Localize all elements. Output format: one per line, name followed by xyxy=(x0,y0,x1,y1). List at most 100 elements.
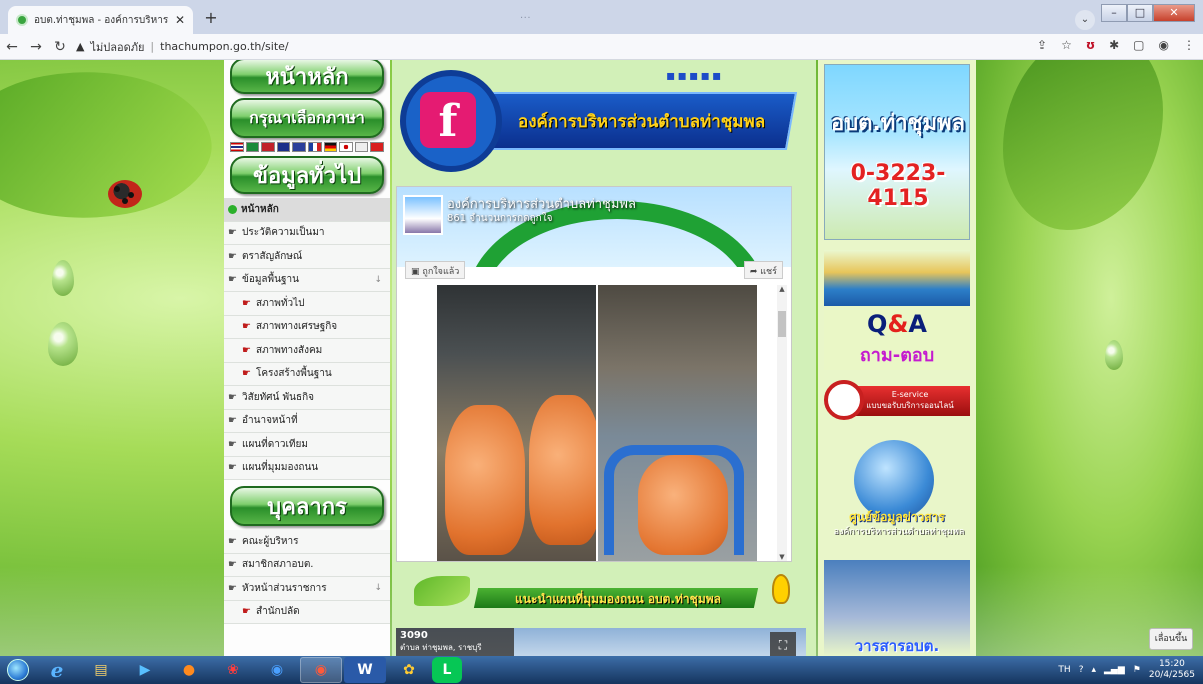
facebook-page-thumbnail[interactable] xyxy=(403,195,443,235)
menu-item-infrastructure[interactable]: ☛ โครงสร้างพื้นฐาน xyxy=(224,362,390,386)
menu-item-office-of-the-permanent-secretary[interactable]: ☛ สำนักปลัด xyxy=(224,600,390,624)
qa-amp: & xyxy=(887,310,909,338)
flag-icon[interactable] xyxy=(261,142,275,152)
ladybug-decoration-icon xyxy=(108,180,142,208)
menu-item-street-view-map[interactable]: ☛ แผนที่มุมมองถนน xyxy=(224,456,390,480)
back-arrow-icon[interactable]: ← xyxy=(0,39,24,55)
post-photo[interactable] xyxy=(437,285,596,561)
menu-item-home[interactable]: หน้าหลัก xyxy=(224,198,390,222)
signal-icon[interactable]: ▂▄▆ xyxy=(1104,665,1125,675)
facebook-post-photos[interactable] xyxy=(437,285,757,561)
scroll-up-arrow-icon[interactable]: ▲ xyxy=(777,285,787,293)
qa-title: Q&A xyxy=(824,310,970,338)
new-tab-button[interactable]: + xyxy=(200,8,222,30)
menu-item-basic-info[interactable]: ☛ ข้อมูลพื้นฐาน ↓ xyxy=(224,268,390,292)
facebook-share-button[interactable]: ➦ แชร์ xyxy=(743,261,783,279)
extension-icon[interactable]: ʊ xyxy=(1086,38,1095,52)
app-icon[interactable]: ❀ xyxy=(212,657,254,683)
flag-germany-icon[interactable] xyxy=(323,142,338,152)
line-app-icon[interactable]: L xyxy=(432,657,462,683)
tab-search-dropdown-icon[interactable]: ⌄ xyxy=(1075,10,1095,30)
firefox-icon[interactable]: ● xyxy=(168,657,210,683)
flag-china-icon[interactable] xyxy=(370,142,384,152)
general-info-menu: หน้าหลัก ☛ ประวัติความเป็นมา ☛ ตราสัญลักษณ… xyxy=(224,198,390,480)
url-separator: | xyxy=(150,40,155,53)
post-photo[interactable] xyxy=(598,285,757,561)
menu-kebab-icon[interactable]: ⋮ xyxy=(1183,38,1195,52)
flag-notification-icon[interactable]: ⚑ xyxy=(1133,665,1141,675)
flag-japan-icon[interactable] xyxy=(339,142,353,152)
flag-france-icon[interactable] xyxy=(307,142,322,152)
reload-icon[interactable]: ↻ xyxy=(48,39,72,55)
flag-thai-icon[interactable] xyxy=(230,142,244,152)
profile-avatar-icon[interactable]: ◉ xyxy=(1159,38,1169,52)
help-icon[interactable]: ? xyxy=(1079,665,1084,675)
file-explorer-icon[interactable]: ▤ xyxy=(80,657,122,683)
media-player-icon[interactable]: ▶ xyxy=(124,657,166,683)
facebook-page-cover[interactable]: องค์การบริหารส่วนตำบลท่าชุมพล 861 จำนวนก… xyxy=(397,187,791,267)
map-info-card[interactable]: 3090 ตำบล ท่าชุมพล, ราชบุรี xyxy=(396,628,514,656)
fullscreen-icon[interactable]: ⛶ xyxy=(770,632,796,656)
flag-uk-icon[interactable] xyxy=(276,142,291,152)
minimize-button[interactable]: – xyxy=(1101,4,1127,22)
flag-korea-icon[interactable] xyxy=(354,142,369,152)
flag-icon[interactable] xyxy=(292,142,306,152)
start-button[interactable] xyxy=(0,656,36,684)
contact-phone-card[interactable]: อบต.ท่าชุมพล 0-3223-4115 xyxy=(824,64,970,240)
not-secure-warning-icon[interactable]: ▲ xyxy=(76,40,84,53)
photos-scrollbar[interactable]: ▲ ▼ xyxy=(777,285,787,561)
menu-item-emblem[interactable]: ☛ ตราสัญลักษณ์ xyxy=(224,245,390,269)
street-view-map-embed[interactable]: 3090 ตำบล ท่าชุมพล, ราชบุรี ⛶ xyxy=(396,628,806,656)
scrollbar-thumb[interactable] xyxy=(778,311,786,337)
share-icon[interactable]: ⇪ xyxy=(1037,38,1047,52)
leaf-decoration xyxy=(414,576,470,606)
omnibox[interactable]: ▲ ไม่ปลอดภัย | thachumpon.go.th/site/ xyxy=(76,38,289,56)
menu-item-society[interactable]: ☛ สภาพทางสังคม xyxy=(224,339,390,363)
forward-arrow-icon[interactable]: → xyxy=(24,39,48,55)
menu-item-department-heads[interactable]: ☛ หัวหน้าส่วนราชการ ↓ xyxy=(224,577,390,601)
menu-item-satellite-map[interactable]: ☛ แผนที่ดาวเทียม xyxy=(224,433,390,457)
expand-arrow-icon: ↓ xyxy=(374,274,382,285)
menu-item-authority[interactable]: ☛ อำนาจหน้าที่ xyxy=(224,409,390,433)
menu-item-council-members[interactable]: ☛ สมาชิกสภาอบต. xyxy=(224,553,390,577)
chrome-active-icon[interactable]: ◉ xyxy=(300,657,342,683)
scroll-down-arrow-icon[interactable]: ▼ xyxy=(777,553,787,561)
url-text[interactable]: thachumpon.go.th/site/ xyxy=(160,40,289,53)
facebook-like-button[interactable]: ▣ ถูกใจแล้ว xyxy=(405,261,466,279)
info-center-subtitle: องค์การบริหารส่วนตำบลท่าชุมพล xyxy=(833,527,965,537)
select-language-button[interactable]: กรุณาเลือกภาษา xyxy=(230,98,384,138)
extensions-puzzle-icon[interactable]: ✱ xyxy=(1109,38,1119,52)
qa-banner[interactable]: Q&A ถาม-ตอบ xyxy=(824,310,970,370)
menu-item-executives[interactable]: ☛ คณะผู้บริหาร xyxy=(224,530,390,554)
browser-tab[interactable]: อบต.ท่าชุมพล - องค์การบริหารส่วนตำ ✕ xyxy=(8,6,193,34)
info-center-banner[interactable]: ศูนย์ข้อมูลข่าวสาร องค์การบริหารส่วนตำบล… xyxy=(824,440,970,540)
network-icon[interactable]: ▴ xyxy=(1091,665,1096,675)
input-language[interactable]: TH xyxy=(1058,665,1070,675)
window-title: ... xyxy=(520,10,532,21)
boat-banner-image[interactable] xyxy=(824,250,970,306)
eservice-banner[interactable]: E-service แบบขอรับบริการออนไลน์ xyxy=(824,378,970,422)
clock-time: 15:20 xyxy=(1158,659,1185,669)
picasa-icon[interactable]: ✿ xyxy=(388,657,430,683)
menu-item-history[interactable]: ☛ ประวัติความเป็นมา xyxy=(224,221,390,245)
menu-item-general-condition[interactable]: ☛ สภาพทั่วไป xyxy=(224,292,390,316)
internet-explorer-icon[interactable]: e xyxy=(36,657,78,683)
menu-item-vision[interactable]: ☛ วิสัยทัศน์ พันธกิจ xyxy=(224,386,390,410)
home-big-button[interactable]: หน้าหลัก xyxy=(230,60,384,94)
facebook-banner[interactable]: ▪▪▪▪▪ องค์การบริหารส่วนตำบลท่าชุมพล f xyxy=(396,64,800,174)
maximize-button[interactable]: □ xyxy=(1127,4,1153,22)
word-icon[interactable]: W xyxy=(344,657,386,683)
hand-pointer-icon: ☛ xyxy=(228,438,237,450)
side-panel-icon[interactable]: ▢ xyxy=(1133,38,1144,52)
personnel-header: บุคลากร xyxy=(230,486,384,526)
clock[interactable]: 15:20 20/4/2565 xyxy=(1149,659,1195,681)
close-window-button[interactable]: ✕ xyxy=(1153,4,1195,22)
street-view-banner[interactable]: แนะนำแผนที่มุมมองถนน อบต.ท่าชุมพล xyxy=(396,572,800,612)
menu-item-economy[interactable]: ☛ สภาพทางเศรษฐกิจ xyxy=(224,315,390,339)
back-to-top-button[interactable]: เลื่อนขึ้น xyxy=(1149,628,1193,650)
chrome-icon[interactable]: ◉ xyxy=(256,657,298,683)
tab-close-icon[interactable]: ✕ xyxy=(175,13,185,27)
journal-banner[interactable]: วารสารอบต. xyxy=(824,560,970,656)
flag-icon[interactable] xyxy=(245,142,260,152)
bookmark-star-icon[interactable]: ☆ xyxy=(1061,38,1072,52)
